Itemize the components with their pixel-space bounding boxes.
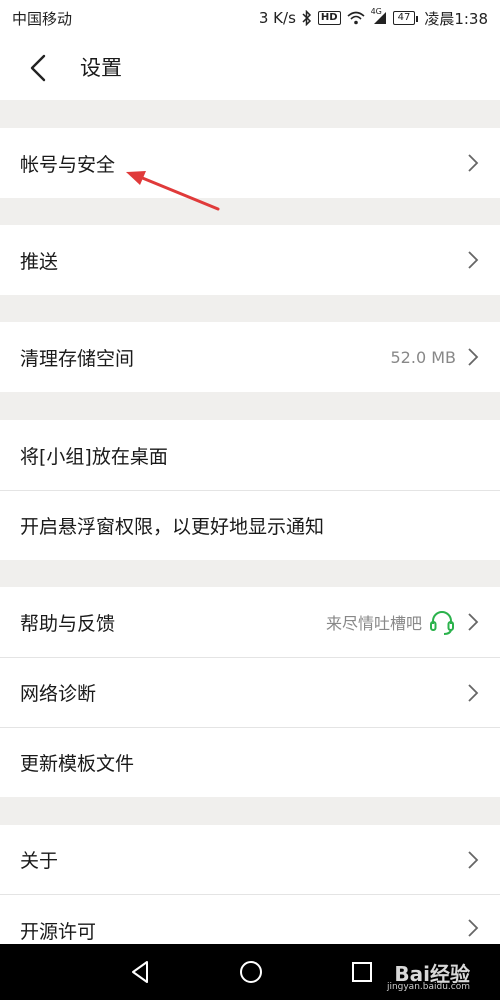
- carrier-label: 中国移动: [12, 9, 73, 28]
- wifi-icon: [347, 11, 365, 25]
- storage-size: 52.0 MB: [390, 347, 457, 367]
- chevron-right-icon: [468, 683, 479, 702]
- settings-item-help-feedback[interactable]: 帮助与反馈 来尽情吐槽吧: [0, 587, 500, 657]
- watermark-url: jingyan.baidu.com: [386, 982, 470, 992]
- settings-item-label: 推送: [20, 250, 59, 273]
- back-triangle-icon[interactable]: [128, 958, 152, 986]
- settings-item-label: 帐号与安全: [20, 153, 116, 176]
- annotation-arrow-icon: [126, 171, 220, 211]
- baidu-jingyan-watermark: Bai经验 jingyan.baidu.com: [387, 958, 470, 992]
- settings-item-desktop-shortcut[interactable]: 将[小组]放在桌面: [0, 420, 500, 490]
- status-indicators: 3 K/s HD 4G 47 凌晨1:38: [258, 7, 488, 29]
- settings-item-label: 开源许可: [20, 921, 97, 943]
- bluetooth-icon: [302, 10, 311, 26]
- chevron-right-icon: [468, 251, 479, 269]
- settings-item-network-diagnosis[interactable]: 网络诊断: [0, 658, 500, 727]
- chevron-right-icon: [468, 348, 479, 366]
- signal-indicator: 4G: [371, 7, 387, 25]
- back-icon[interactable]: [20, 50, 56, 86]
- clock: 凌晨1:38: [424, 9, 488, 28]
- chevron-right-icon: [468, 613, 479, 631]
- settings-item-label: 将[小组]放在桌面: [20, 445, 168, 468]
- system-nav-bar: Bai经验 jingyan.baidu.com: [0, 944, 500, 1000]
- settings-item-update-templates[interactable]: 更新模板文件: [0, 728, 500, 797]
- chevron-right-icon: [468, 919, 479, 937]
- settings-item-account-security[interactable]: 帐号与安全: [0, 128, 500, 198]
- settings-item-open-source-license[interactable]: 开源许可: [0, 895, 500, 944]
- title-bar: 设置: [0, 36, 500, 100]
- settings-item-clear-storage[interactable]: 清理存储空间 52.0 MB: [0, 322, 500, 392]
- feedback-hint: 来尽情吐槽吧: [325, 614, 422, 633]
- settings-item-label: 开启悬浮窗权限，以更好地显示通知: [20, 516, 325, 538]
- hd-badge: HD: [317, 11, 341, 25]
- network-speed: 3 K/s: [258, 9, 296, 27]
- recents-square-icon[interactable]: [350, 958, 374, 986]
- settings-item-label: 帮助与反馈: [20, 612, 116, 635]
- battery-indicator: 47: [392, 11, 419, 25]
- settings-item-label: 关于: [20, 850, 59, 872]
- settings-item-push[interactable]: 推送: [0, 225, 500, 295]
- network-type: 4G: [370, 7, 382, 16]
- settings-item-about[interactable]: 关于: [0, 825, 500, 894]
- settings-item-label: 更新模板文件: [20, 753, 135, 775]
- home-circle-icon[interactable]: [237, 958, 265, 986]
- chevron-right-icon: [468, 154, 479, 172]
- page-title: 设置: [80, 56, 122, 80]
- settings-item-label: 清理存储空间: [20, 347, 135, 370]
- chevron-right-icon: [468, 850, 479, 869]
- status-bar: 中国移动 3 K/s HD 4G 47 凌晨1:38: [0, 0, 500, 36]
- settings-item-floating-window[interactable]: 开启悬浮窗权限，以更好地显示通知: [0, 491, 500, 560]
- settings-item-label: 网络诊断: [20, 683, 97, 705]
- headset-icon: [430, 611, 454, 635]
